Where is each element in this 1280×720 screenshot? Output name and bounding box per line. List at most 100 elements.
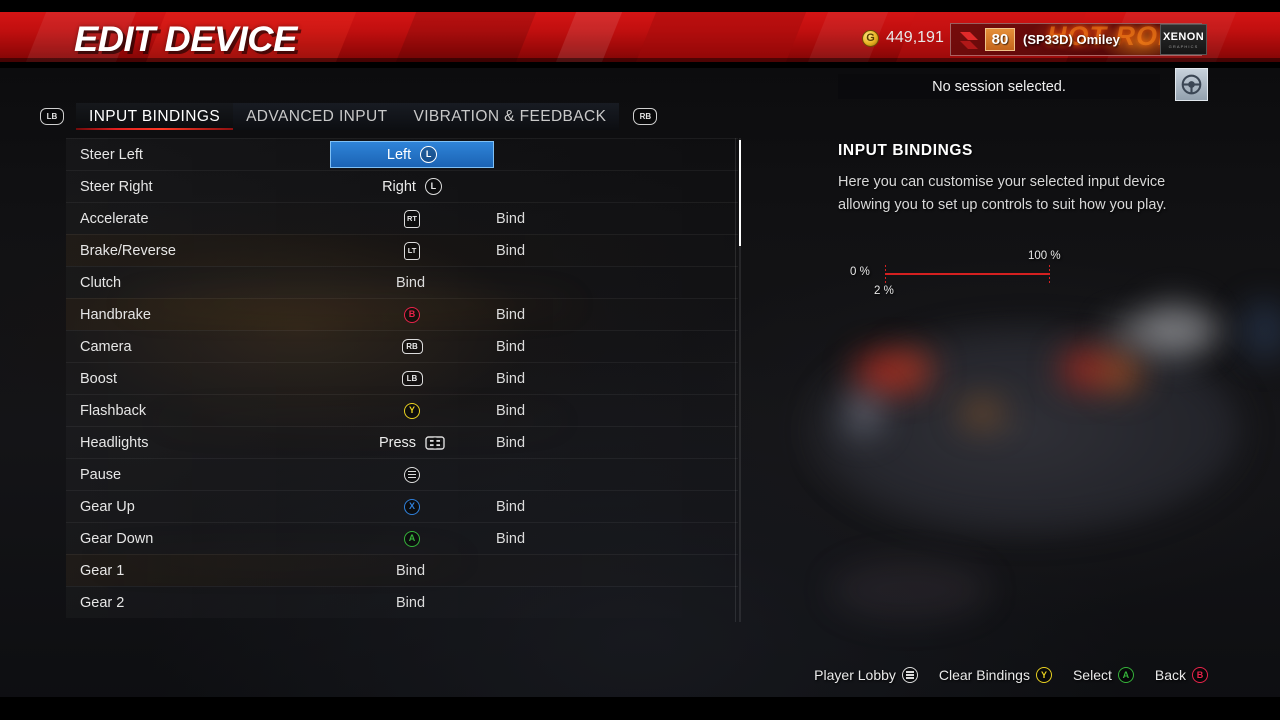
bind-button[interactable]: Bind [396, 275, 425, 291]
brand-badge: XENON GRAPHICS [1160, 24, 1207, 55]
letterbox-bottom [0, 697, 1280, 720]
menu-button-icon [404, 466, 420, 483]
currency-display: G 449,191 [862, 29, 944, 47]
binding-action-label: Clutch [80, 274, 122, 291]
gauge-tick-max [1049, 265, 1050, 283]
y-button-icon: Y [404, 402, 420, 419]
binding-action-label: Headlights [80, 434, 149, 451]
tab-vibration-feedback[interactable]: VIBRATION & FEEDBACK [400, 103, 620, 130]
lb-bumper-icon[interactable]: LB [40, 108, 64, 125]
bind-button[interactable]: Bind [496, 435, 525, 451]
binding-value[interactable]: Left L [330, 141, 494, 168]
bind-button[interactable]: Bind [496, 403, 525, 419]
binding-row[interactable]: Gear 1 Bind [66, 554, 738, 586]
bind-button[interactable]: Bind [496, 371, 525, 387]
binding-value[interactable]: Press [330, 431, 494, 455]
binding-row[interactable]: Pause [66, 458, 738, 490]
binding-action-label: Flashback [80, 402, 147, 419]
binding-value[interactable]: Right L [330, 175, 494, 199]
binding-row[interactable]: Steer Left Left L [66, 138, 738, 170]
bind-button[interactable]: Bind [496, 531, 525, 547]
left-stick-icon: L [420, 146, 438, 163]
car-highlight [960, 398, 1004, 428]
rb-bumper-icon[interactable]: RB [633, 108, 658, 125]
binding-value[interactable]: LT [330, 239, 494, 263]
binding-row[interactable]: Boost LB Bind [66, 362, 738, 394]
hint-label: Select [1072, 667, 1112, 683]
sensitivity-gauge[interactable]: 0 % 100 % 2 % [850, 248, 1080, 304]
tab-input-bindings[interactable]: INPUT BINDINGS [76, 103, 234, 130]
lb-bumper-icon: LB [401, 371, 423, 386]
info-panel-body: Here you can customise your selected inp… [838, 174, 1167, 213]
binding-row[interactable]: Brake/Reverse LT Bind [66, 234, 738, 266]
page-title: EDIT DEVICE [74, 20, 297, 59]
bind-button[interactable]: Bind [496, 307, 525, 323]
binding-value[interactable]: LB [330, 367, 494, 391]
binding-row[interactable]: Gear Down A Bind [66, 522, 738, 554]
bind-button[interactable]: Bind [396, 595, 425, 611]
binding-value[interactable]: X [330, 495, 494, 519]
brand-subtitle: GRAPHICS [1168, 43, 1199, 49]
gauge-max-label: 100 % [1028, 250, 1061, 262]
binding-value-text: Press [378, 434, 417, 451]
binding-row[interactable]: Flashback Y Bind [66, 394, 738, 426]
binding-action-label: Camera [80, 338, 132, 355]
hint-label: Player Lobby [814, 667, 896, 683]
binding-value[interactable]: Y [330, 399, 494, 423]
binding-row[interactable]: Camera RB Bind [66, 330, 738, 362]
info-panel: INPUT BINDINGS Here you can customise yo… [838, 142, 1238, 217]
bind-button[interactable]: Bind [396, 563, 425, 579]
car-highlight [1140, 300, 1210, 360]
tab-advanced-input[interactable]: ADVANCED INPUT [233, 103, 401, 130]
binding-row[interactable]: Headlights Press Bind [66, 426, 738, 458]
binding-row[interactable]: Clutch Bind [66, 266, 738, 298]
binding-row[interactable]: Gear Up X Bind [66, 490, 738, 522]
menu-button-icon [901, 667, 918, 683]
hint-back[interactable]: Back B [1155, 667, 1208, 683]
gauge-min-label: 0 % [850, 266, 870, 278]
session-status-text: No session selected. [932, 78, 1066, 95]
binding-action-label: Gear Up [80, 498, 135, 515]
b-button-icon: B [404, 306, 420, 323]
session-status-bar: No session selected. [838, 74, 1160, 99]
taillight-glow [1098, 352, 1142, 392]
binding-row[interactable]: Steer Right Right L [66, 170, 738, 202]
x-button-icon: X [404, 498, 420, 515]
lt-trigger-icon: LT [404, 241, 420, 260]
steering-wheel-icon[interactable] [1175, 68, 1208, 101]
y-button-icon: Y [1035, 667, 1052, 683]
binding-row[interactable]: Handbrake B Bind [66, 298, 738, 330]
bindings-list: Steer Left Left L Steer Right Right L Accelera… [66, 138, 738, 622]
hint-select[interactable]: Select A [1073, 667, 1134, 683]
bind-button[interactable]: Bind [496, 339, 525, 355]
binding-value[interactable]: RB [330, 335, 494, 359]
hint-player-lobby[interactable]: Player Lobby [814, 667, 918, 683]
binding-action-label: Brake/Reverse [80, 242, 176, 259]
letterbox-top [0, 0, 1280, 12]
tab-bar: LB INPUT BINDINGS ADVANCED INPUT VIBRATI… [40, 103, 658, 130]
bind-button[interactable]: Bind [496, 211, 525, 227]
dpad-icon [425, 435, 445, 450]
hint-label: Clear Bindings [938, 667, 1030, 683]
gold-amount: 449,191 [886, 29, 944, 46]
binding-action-label: Gear Down [80, 530, 154, 547]
hint-clear-bindings[interactable]: Clear Bindings Y [939, 667, 1052, 683]
gold-coin-icon: G [862, 29, 879, 47]
binding-value[interactable] [330, 463, 494, 487]
taillight-glow [890, 350, 934, 390]
binding-action-label: Steer Right [80, 178, 153, 195]
binding-action-label: Gear 2 [80, 594, 125, 611]
rb-bumper-icon: RB [401, 339, 423, 354]
binding-value[interactable]: RT [330, 207, 494, 231]
gauge-value-label: 2 % [874, 285, 894, 297]
header-underline [0, 62, 1280, 68]
bind-button[interactable]: Bind [496, 243, 525, 259]
bind-button[interactable]: Bind [496, 499, 525, 515]
scrollbar-thumb[interactable] [739, 140, 741, 246]
binding-value[interactable]: B [330, 303, 494, 327]
player-gamertag: (SP33D) Omiley [1023, 32, 1120, 47]
binding-row[interactable]: Accelerate RT Bind [66, 202, 738, 234]
binding-value-text: Left [386, 146, 412, 163]
binding-row[interactable]: Gear 2 Bind [66, 586, 738, 618]
binding-value[interactable]: A [330, 527, 494, 551]
